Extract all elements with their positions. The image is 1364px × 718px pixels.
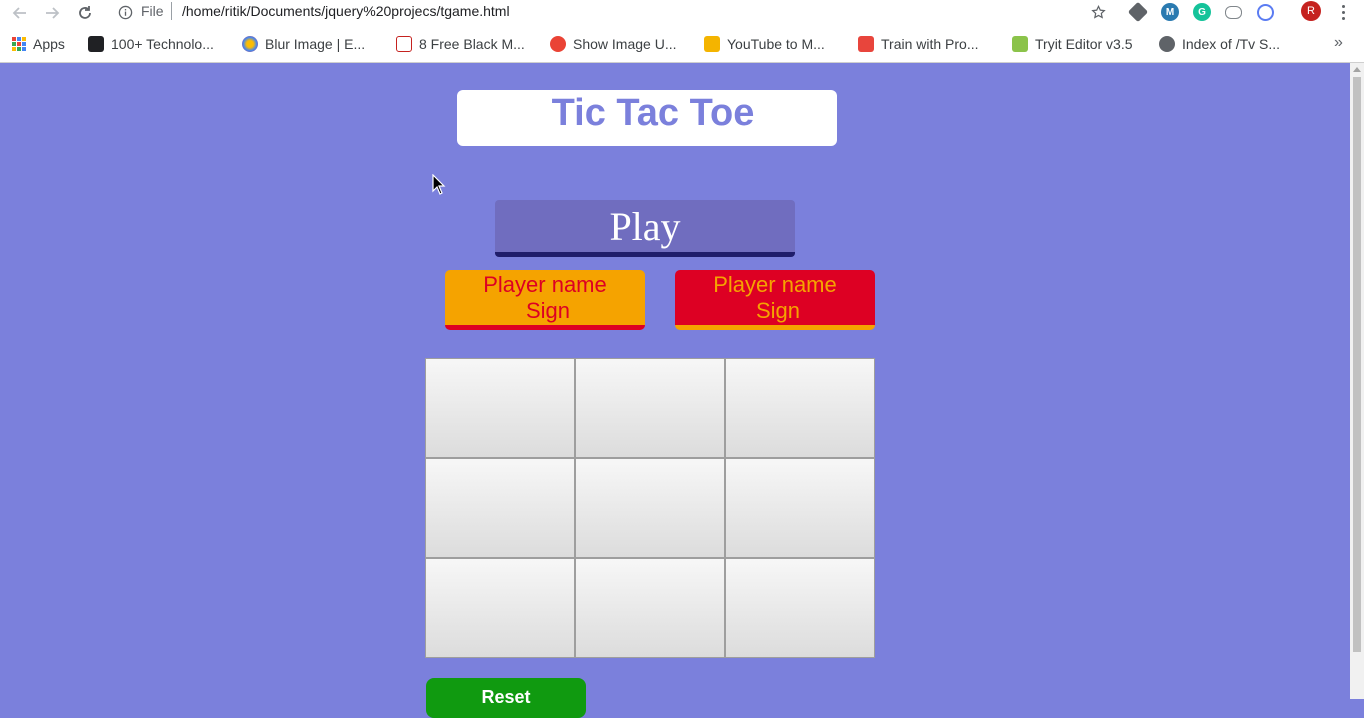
bookmarks-bar: Apps 100+ Technolo... Blur Image | E... … xyxy=(0,30,1364,58)
reset-button-label: Reset xyxy=(481,687,531,707)
player-two-name: Player name xyxy=(713,271,837,297)
bookmark-item[interactable]: Index of /Tv S... xyxy=(1159,33,1280,55)
w3schools-icon xyxy=(1012,36,1028,52)
bookmark-label: YouTube to M... xyxy=(727,36,825,52)
bookmark-label: Train with Pro... xyxy=(881,36,979,52)
grammarly-icon[interactable]: G xyxy=(1193,3,1211,21)
extension-m-icon[interactable]: M xyxy=(1161,3,1179,21)
player-one-card[interactable]: Player name Sign xyxy=(445,270,645,330)
extension-cloud-icon[interactable] xyxy=(1225,6,1242,19)
browser-toolbar: File /home/ritik/Documents/jquery%20proj… xyxy=(0,0,1364,26)
youtube-mp3-icon xyxy=(704,36,720,52)
bookmark-label: Index of /Tv S... xyxy=(1182,36,1281,52)
board-cell-6[interactable] xyxy=(725,458,875,558)
bookmark-item[interactable]: Tryit Editor v3.5 xyxy=(1012,33,1133,55)
more-bookmarks-icon[interactable]: » xyxy=(1334,34,1343,52)
extension-layers-icon[interactable] xyxy=(1127,1,1149,23)
address-bar[interactable]: /home/ritik/Documents/jquery%20projecs/t… xyxy=(182,3,510,19)
bookmark-item[interactable]: YouTube to M... xyxy=(704,33,825,55)
page-title: Tic Tac Toe xyxy=(551,92,755,134)
board-cell-3[interactable] xyxy=(725,358,875,458)
bookmark-label: Show Image U... xyxy=(573,36,677,52)
bookmark-label: Apps xyxy=(33,36,65,52)
board-cell-4[interactable] xyxy=(425,458,575,558)
reload-button[interactable] xyxy=(74,2,96,24)
forward-button[interactable] xyxy=(41,2,63,24)
url-separator xyxy=(171,2,172,20)
board-cell-9[interactable] xyxy=(725,558,875,658)
game-board xyxy=(425,358,875,658)
blur-image-icon xyxy=(242,36,258,52)
bookmark-item[interactable]: 8 Free Black M... xyxy=(396,33,525,55)
back-button[interactable] xyxy=(9,2,31,24)
player-one-sign: Sign xyxy=(525,297,571,323)
scroll-up-arrow-icon[interactable] xyxy=(1353,67,1361,72)
play-button[interactable]: Play xyxy=(495,200,795,257)
board-cell-5[interactable] xyxy=(575,458,725,558)
bookmark-item[interactable]: 100+ Technolo... xyxy=(88,33,214,55)
title-card: Tic Tac Toe xyxy=(457,90,837,146)
url-scheme: File xyxy=(141,3,164,19)
bookmark-label: 8 Free Black M... xyxy=(419,36,525,52)
play-button-label: Play xyxy=(609,203,681,249)
bookmark-item[interactable]: Show Image U... xyxy=(550,33,677,55)
reset-button[interactable]: Reset xyxy=(426,678,586,718)
forward-arrow-icon xyxy=(46,7,60,19)
globe-icon xyxy=(1159,36,1175,52)
board-cell-7[interactable] xyxy=(425,558,575,658)
extension-circle-icon[interactable] xyxy=(1257,4,1274,21)
player-two-sign: Sign xyxy=(755,297,801,323)
back-arrow-icon xyxy=(12,7,26,19)
scrollbar-thumb[interactable] xyxy=(1353,77,1361,652)
camera-icon xyxy=(88,36,104,52)
bookmark-item[interactable]: Train with Pro... xyxy=(858,33,979,55)
browser-chrome: File /home/ritik/Documents/jquery%20proj… xyxy=(0,0,1364,63)
apps-grid-icon xyxy=(12,37,26,51)
player-two-card[interactable]: Player name Sign xyxy=(675,270,875,330)
g-site-icon xyxy=(396,36,412,52)
train-icon xyxy=(858,36,874,52)
page-scrollbar[interactable] xyxy=(1350,63,1364,699)
bookmark-label: Tryit Editor v3.5 xyxy=(1035,36,1133,52)
board-cell-2[interactable] xyxy=(575,358,725,458)
bookmark-apps[interactable]: Apps xyxy=(12,33,65,55)
profile-avatar[interactable]: R xyxy=(1301,1,1321,21)
board-cell-1[interactable] xyxy=(425,358,575,458)
mouse-cursor-icon xyxy=(432,174,446,195)
site-info-icon[interactable] xyxy=(116,3,134,21)
flower-icon xyxy=(550,36,566,52)
bookmark-label: Blur Image | E... xyxy=(265,36,366,52)
player-one-name: Player name xyxy=(483,271,607,297)
board-cell-8[interactable] xyxy=(575,558,725,658)
reload-icon xyxy=(79,6,91,19)
bookmark-label: 100+ Technolo... xyxy=(111,36,214,52)
browser-menu-icon[interactable] xyxy=(1333,2,1353,22)
bookmark-item[interactable]: Blur Image | E... xyxy=(242,33,365,55)
bookmark-star-icon[interactable] xyxy=(1088,2,1108,22)
